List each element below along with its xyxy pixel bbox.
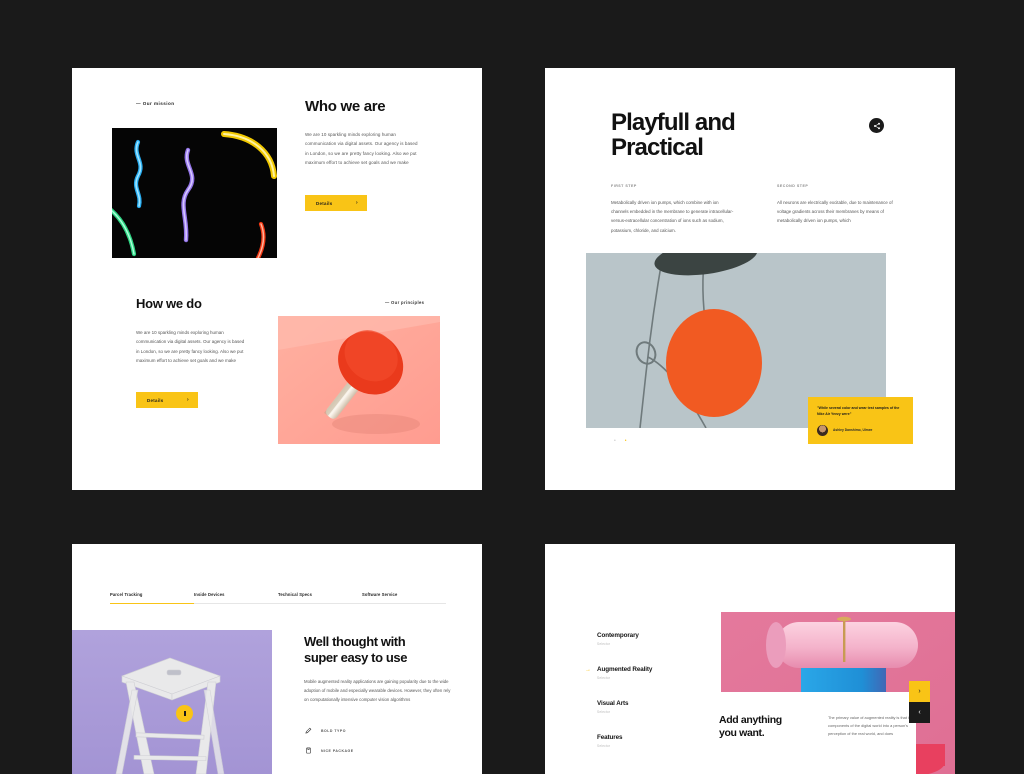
panel-well-thought: Parcel Tracking Inside Devices Technical… <box>72 544 482 774</box>
principles-eyebrow: — Our principles <box>385 300 425 305</box>
sidebar-item-contemporary[interactable]: Contemporary Selector <box>597 632 717 646</box>
testimonial-author-row: Ashley Danshimo, Ulmee <box>817 424 904 436</box>
well-thought-line1: Well thought with <box>304 634 406 649</box>
details-button-label-secondary: Details <box>147 397 164 403</box>
panel-add-anything: Contemporary Selector → Augmented Realit… <box>545 544 955 774</box>
sidebar-item-label: Visual Arts <box>597 700 629 707</box>
second-step-text: All neurons are electrically excitable, … <box>777 200 893 224</box>
panel-playfull-and-practical: Playfull and Practical FIRST STEP Metabo… <box>545 68 955 490</box>
details-button-secondary[interactable]: Details › <box>136 392 198 408</box>
playfull-heading-line2: Practical <box>611 134 704 161</box>
who-we-are-body: We are 10 sparkling minds exploring huma… <box>305 132 418 165</box>
share-icon[interactable] <box>869 118 884 133</box>
carousel-pagination[interactable]: • • <box>614 438 627 444</box>
chevron-right-icon: › <box>356 200 358 206</box>
tab-bar: Parcel Tracking Inside Devices Technical… <box>110 592 446 604</box>
page-title-playfull: Playfull and Practical <box>611 110 841 160</box>
add-anything-line2: you want. <box>719 727 765 739</box>
screenshot-canvas: — Our mission Who we are We are 10 spark… <box>0 0 1024 774</box>
sidebar-item-features[interactable]: Features Selector <box>597 734 717 748</box>
testimonial-author-name: Ashley Danshimo, Ulmee <box>833 428 873 433</box>
mission-eyebrow: — Our mission <box>136 101 175 106</box>
first-step-column: FIRST STEP Metabolically driven ion pump… <box>611 184 736 235</box>
sidebar-item-sublabel: Selector <box>597 710 611 714</box>
sidebar-item-augmented-reality[interactable]: → Augmented Reality Selector <box>585 666 717 680</box>
box-icon <box>304 746 313 755</box>
hotspot-glyph <box>183 711 186 716</box>
tab-inside-devices[interactable]: Inside Devices <box>194 592 278 604</box>
first-step-text: Metabolically driven ion pumps, which co… <box>611 200 734 233</box>
pagination-dot-1[interactable]: • <box>614 438 616 444</box>
feature-label-nice-package: NICE PACKAGE <box>321 748 354 753</box>
sidebar-item-sublabel: Selector <box>597 676 611 680</box>
tab-software-service[interactable]: Software Service <box>362 592 446 604</box>
panel-who-we-are: — Our mission Who we are We are 10 spark… <box>72 68 482 490</box>
page-title-well-thought: Well thought with super easy to use <box>304 634 464 665</box>
ping-pong-paddle-image <box>278 316 440 444</box>
testimonial-text: "While several color and wear test sampl… <box>817 406 900 417</box>
feature-item-bold-typo: BOLD TYPO <box>304 726 354 735</box>
chevron-right-icon: › <box>187 397 189 403</box>
sidebar-item-visual-arts[interactable]: Visual Arts Selector <box>597 700 717 714</box>
tab-parcel-tracking[interactable]: Parcel Tracking <box>110 592 194 604</box>
sidebar-item-label: Augmented Reality <box>597 666 653 673</box>
sidebar-item-label: Features <box>597 734 623 741</box>
sidebar-item-label: Contemporary <box>597 632 639 639</box>
second-step-column: SECOND STEP All neurons are electrically… <box>777 184 902 226</box>
image-hotspot-button[interactable] <box>176 705 193 722</box>
sidebar-item-sublabel: Selector <box>597 744 611 748</box>
avatar <box>817 424 828 436</box>
sidebar-item-sublabel: Selector <box>597 642 611 646</box>
add-anything-line1: Add anything <box>719 714 782 726</box>
feature-item-nice-package: NICE PACKAGE <box>304 746 354 755</box>
testimonial-card: "While several color and wear test sampl… <box>808 397 913 444</box>
section-title-how-we-do: How we do <box>136 296 202 311</box>
stool-image <box>72 630 272 774</box>
playfull-heading-line1: Playfull and <box>611 109 736 136</box>
carousel-controls: › ‹ <box>909 681 930 723</box>
details-button[interactable]: Details › <box>305 195 367 211</box>
well-thought-line2: super easy to use <box>304 649 408 665</box>
pagination-dot-2[interactable]: • <box>625 438 627 444</box>
next-slide-button[interactable]: › <box>909 681 930 702</box>
pen-icon <box>304 726 313 735</box>
first-step-label: FIRST STEP <box>611 184 637 188</box>
page-title-who-we-are: Who we are <box>305 98 386 115</box>
feature-label-bold-typo: BOLD TYPO <box>321 728 346 733</box>
prev-slide-button[interactable]: ‹ <box>909 702 930 723</box>
neon-image <box>112 128 277 258</box>
second-step-label: SECOND STEP <box>777 184 809 188</box>
details-button-label: Details <box>316 200 333 206</box>
arrow-right-icon: → <box>585 667 591 673</box>
tab-technical-specs[interactable]: Technical Specs <box>278 592 362 604</box>
category-sidebar: Contemporary Selector → Augmented Realit… <box>585 632 717 768</box>
well-thought-body: Mobile augmented reality applications ar… <box>304 679 451 702</box>
how-we-do-body: We are 10 sparkling minds exploring huma… <box>136 330 245 363</box>
page-title-add-anything: Add anything you want. <box>719 714 814 740</box>
feature-list: BOLD TYPO NICE PACKAGE <box>304 726 354 766</box>
